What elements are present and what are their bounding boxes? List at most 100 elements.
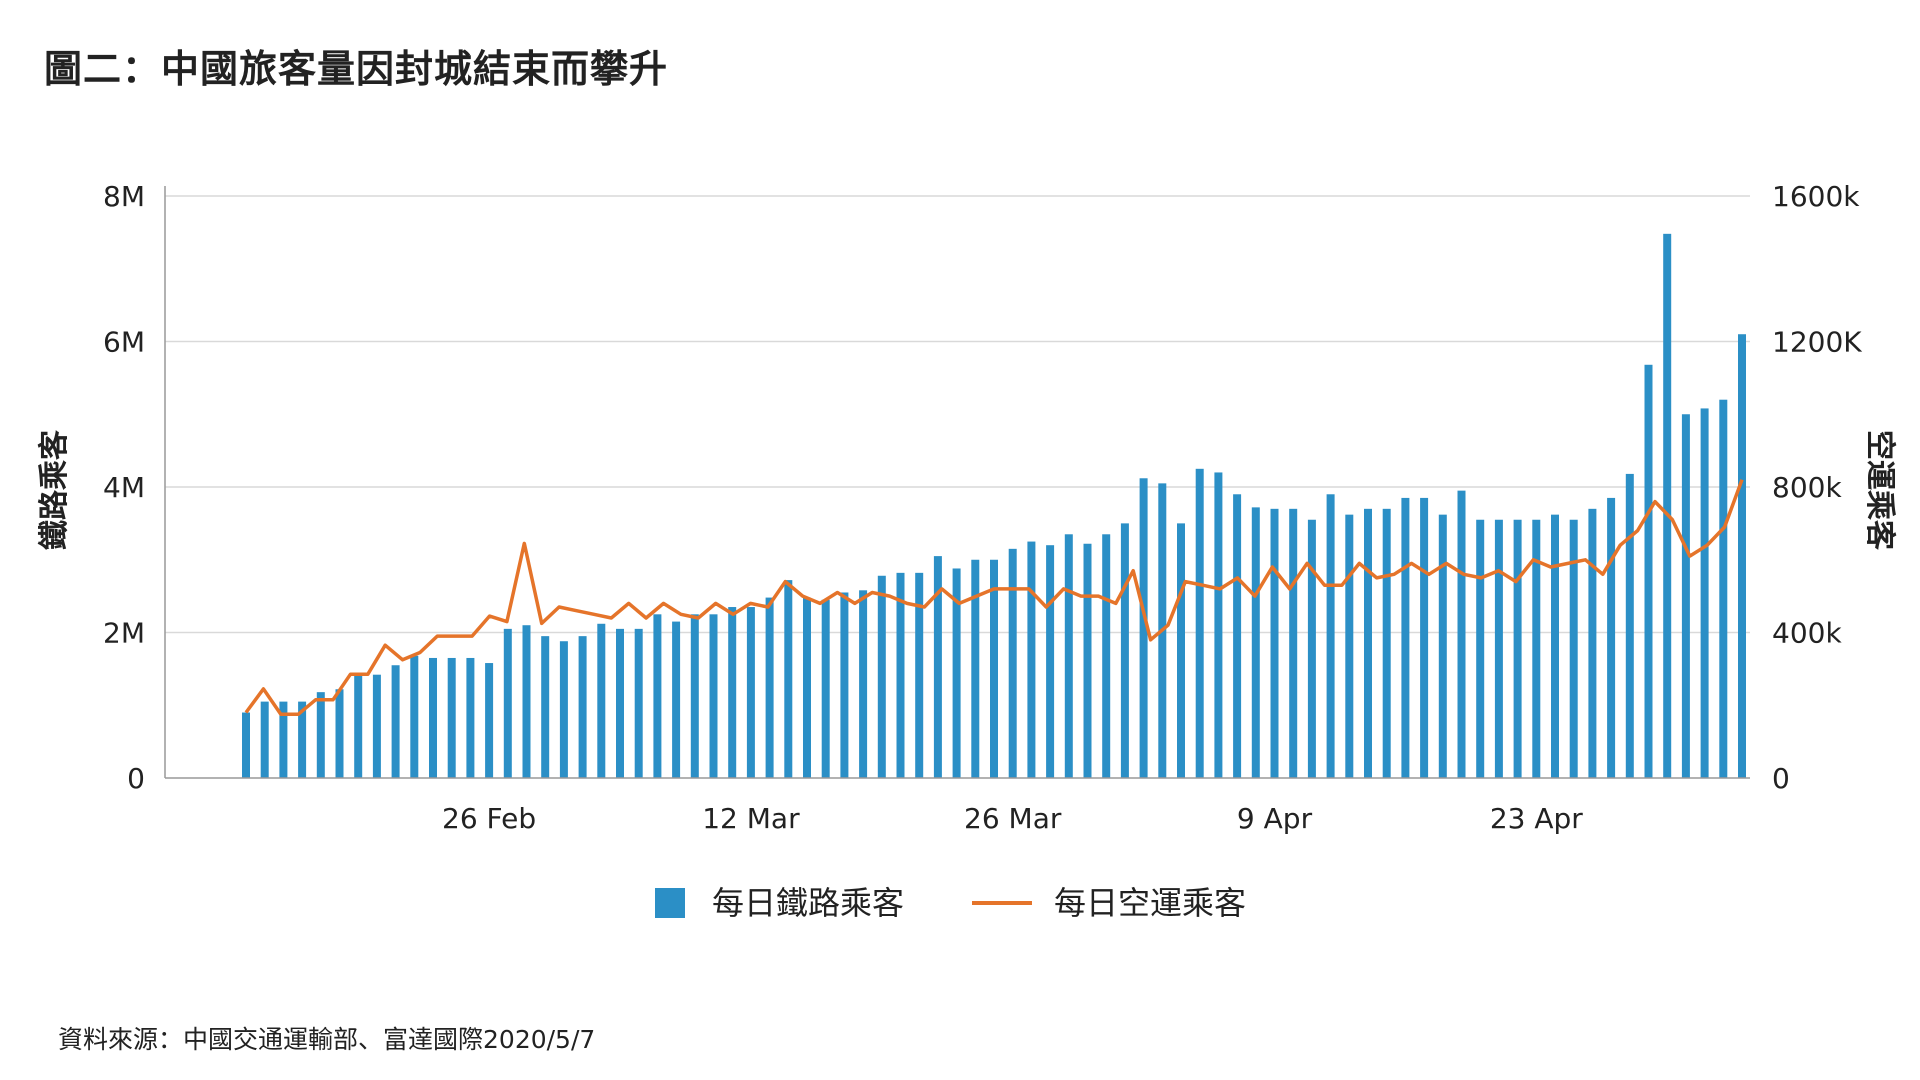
y-right-tick-label: 1200K [1772, 326, 1862, 359]
x-tick-label: 9 Apr [1237, 802, 1313, 835]
legend-air-label: 每日空運乘客 [1054, 884, 1246, 922]
rail-bar [616, 628, 624, 778]
rail-bar [1476, 519, 1485, 778]
rail-bar [1064, 534, 1073, 778]
rail-bar [1569, 519, 1578, 778]
rail-bar [690, 614, 699, 778]
y-left-ticks: 0 2M 4M 6M 8M [103, 180, 145, 795]
rail-bar [1233, 494, 1242, 778]
legend-rail-swatch [655, 888, 685, 918]
y-left-tick-label: 2M [103, 617, 145, 650]
rail-bar [877, 575, 886, 778]
rail-bar [803, 597, 811, 778]
rail-bar [1551, 514, 1559, 778]
y-right-tick-label: 800k [1772, 471, 1842, 504]
rail-bar [372, 674, 381, 778]
y-right-ticks: 0 400k 800k 1200K 1600k [1772, 180, 1862, 795]
rail-bar [1719, 399, 1728, 778]
rail-bar [859, 590, 868, 778]
rail-bar [410, 655, 419, 778]
rail-bar [746, 607, 755, 778]
rail-bar [391, 665, 400, 778]
rail-bar [1251, 507, 1260, 778]
rail-bar [1307, 519, 1316, 778]
rail-bar [503, 628, 512, 778]
x-tick-label: 23 Apr [1490, 802, 1583, 835]
x-ticks: 26 Feb 12 Mar 26 Mar 9 Apr 23 Apr [442, 802, 1583, 835]
rail-bar [1177, 523, 1185, 778]
y-left-tick-label: 0 [127, 762, 145, 795]
rail-bar [1457, 490, 1466, 778]
rail-bar [765, 597, 774, 778]
rail-bar [672, 621, 681, 778]
rail-bar [485, 663, 494, 778]
rail-bar [1270, 508, 1279, 778]
rail-bar [242, 712, 250, 778]
rail-bar [1364, 508, 1372, 778]
rail-bar [840, 592, 849, 778]
x-tick-label: 26 Mar [964, 802, 1062, 835]
rail-bar [1513, 519, 1522, 778]
grid-lines [165, 195, 1750, 634]
y-right-tick-label: 400k [1772, 617, 1842, 650]
y-left-tick-label: 4M [103, 471, 145, 504]
rail-bar [447, 657, 456, 778]
rail-bar [260, 701, 269, 778]
rail-bar [354, 674, 363, 778]
rail-bar [466, 657, 475, 778]
rail-bar [1644, 364, 1653, 778]
rail-bar [1027, 541, 1036, 778]
rail-bar [1289, 508, 1298, 778]
rail-bar [316, 692, 325, 778]
y-left-tick-label: 8M [103, 180, 145, 213]
rail-bar [634, 628, 643, 778]
y-left-tick-label: 6M [103, 326, 145, 359]
y-right-tick-label: 1600k [1772, 180, 1860, 213]
rail-bar [728, 607, 737, 778]
rail-bar [1588, 508, 1597, 778]
rail-bar [1438, 514, 1447, 778]
rail-bar [1700, 408, 1709, 778]
rail-bar [1607, 497, 1616, 778]
rail-bar [578, 636, 587, 778]
rail-bar [1382, 508, 1391, 778]
rail-bar [1102, 534, 1111, 778]
legend: 每日鐵路乘客 每日空運乘客 [655, 884, 1246, 922]
rail-bar [1494, 519, 1503, 778]
legend-rail-label: 每日鐵路乘客 [712, 884, 904, 922]
rail-bar [1083, 543, 1092, 778]
rail-bar [1326, 494, 1335, 778]
rail-bar [1663, 233, 1672, 778]
rail-bar [1008, 548, 1017, 778]
rail-bar [1420, 497, 1429, 778]
y-right-axis-title: 空運乘客 [1862, 430, 1897, 550]
source-note: 資料來源：中國交通運輸部、富達國際2020/5/7 [58, 1025, 596, 1054]
rail-bars [242, 233, 1746, 778]
rail-bar [709, 614, 718, 778]
rail-bar [541, 636, 550, 778]
rail-bar [335, 689, 344, 778]
rail-bar [1681, 414, 1690, 778]
rail-bar [1345, 514, 1354, 778]
rail-bar [1214, 472, 1223, 778]
rail-bar [559, 641, 568, 778]
rail-bar [1120, 523, 1129, 778]
rail-bar [990, 559, 998, 778]
rail-bar [1625, 473, 1634, 778]
rail-bar [1195, 468, 1204, 778]
rail-bar [784, 580, 793, 778]
rail-bar [1401, 497, 1410, 778]
rail-bar [1046, 545, 1055, 778]
rail-bar [653, 614, 662, 778]
y-left-axis-title: 鐵路乘客 [37, 430, 72, 550]
rail-bar [1738, 334, 1746, 778]
rail-bar [971, 559, 980, 778]
y-right-tick-label: 0 [1772, 762, 1790, 795]
rail-bar [522, 625, 531, 778]
rail-bar [597, 623, 606, 778]
rail-bar [429, 657, 437, 778]
rail-bar [821, 599, 830, 778]
x-tick-label: 26 Feb [442, 802, 536, 835]
combo-chart: 0 2M 4M 6M 8M 0 400k 800k 1200K 1600k 26 Feb 12 M… [37, 180, 1897, 922]
x-tick-label: 12 Mar [702, 802, 800, 835]
